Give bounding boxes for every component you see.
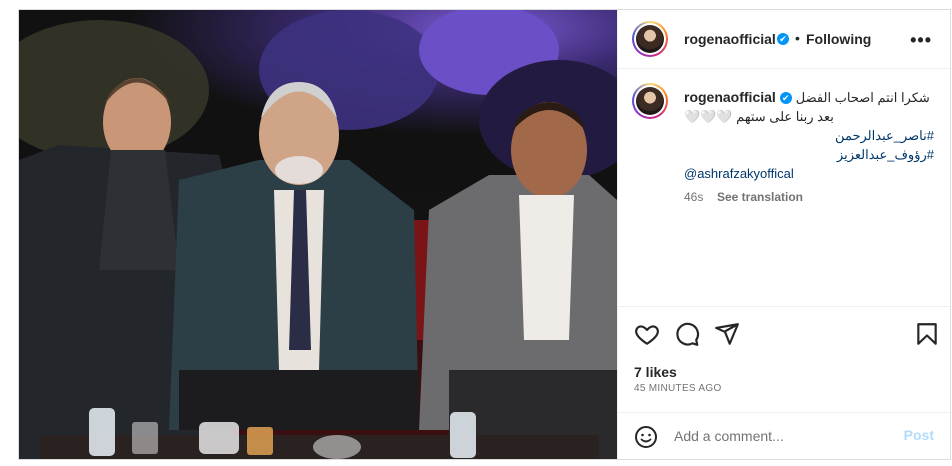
caption-avatar[interactable] (636, 87, 664, 115)
hashtag-link[interactable]: #ناصر_عبدالرحمن (684, 126, 934, 145)
action-bar (618, 306, 950, 307)
caption-verified-badge-icon: ✔ (779, 91, 792, 104)
mention-link[interactable]: @ashrafzakyoffical (684, 164, 934, 183)
caption-username[interactable]: rogenaofficial (684, 88, 776, 107)
instagram-post-modal: rogenaofficial ✔ • Following ••• rogenao… (18, 9, 951, 460)
post-comment-button[interactable]: Post (904, 427, 934, 443)
post-photo[interactable] (19, 10, 617, 459)
likes-count[interactable]: 7 likes (634, 364, 677, 380)
following-button[interactable]: Following (806, 31, 871, 47)
caption-line-1: شكرا انتم اصحاب الفضل (795, 90, 930, 105)
paper-plane-icon[interactable] (714, 321, 740, 347)
comment-input[interactable] (672, 427, 876, 445)
heart-icon[interactable] (634, 321, 660, 347)
post-header: rogenaofficial ✔ • Following ••• (618, 10, 950, 69)
smiley-icon[interactable] (634, 425, 658, 449)
separator-dot: • (795, 30, 800, 46)
caption-timestamp[interactable]: 46s (684, 190, 703, 204)
comment-bar: Post (618, 412, 950, 459)
post-caption: rogenaofficial ✔ شكرا انتم اصحاب الفضل ب… (684, 88, 934, 207)
group-photo-illustration (19, 10, 617, 459)
comment-bubble-icon[interactable] (674, 321, 700, 347)
post-author-username[interactable]: rogenaofficial (684, 31, 776, 47)
post-details-panel: rogenaofficial ✔ • Following ••• rogenao… (617, 10, 950, 459)
see-translation-button[interactable]: See translation (717, 190, 803, 204)
avatar[interactable] (636, 25, 664, 53)
post-timestamp[interactable]: 45 MINUTES AGO (634, 383, 722, 394)
caption-line-2: بعد ربنا على ستهم 🤍🤍🤍 (684, 109, 834, 124)
hashtag-link[interactable]: #رؤوف_عبدالعزيز (684, 145, 934, 164)
bookmark-icon[interactable] (914, 321, 940, 347)
verified-badge-icon: ✔ (777, 33, 789, 45)
more-options-icon[interactable]: ••• (910, 30, 932, 51)
